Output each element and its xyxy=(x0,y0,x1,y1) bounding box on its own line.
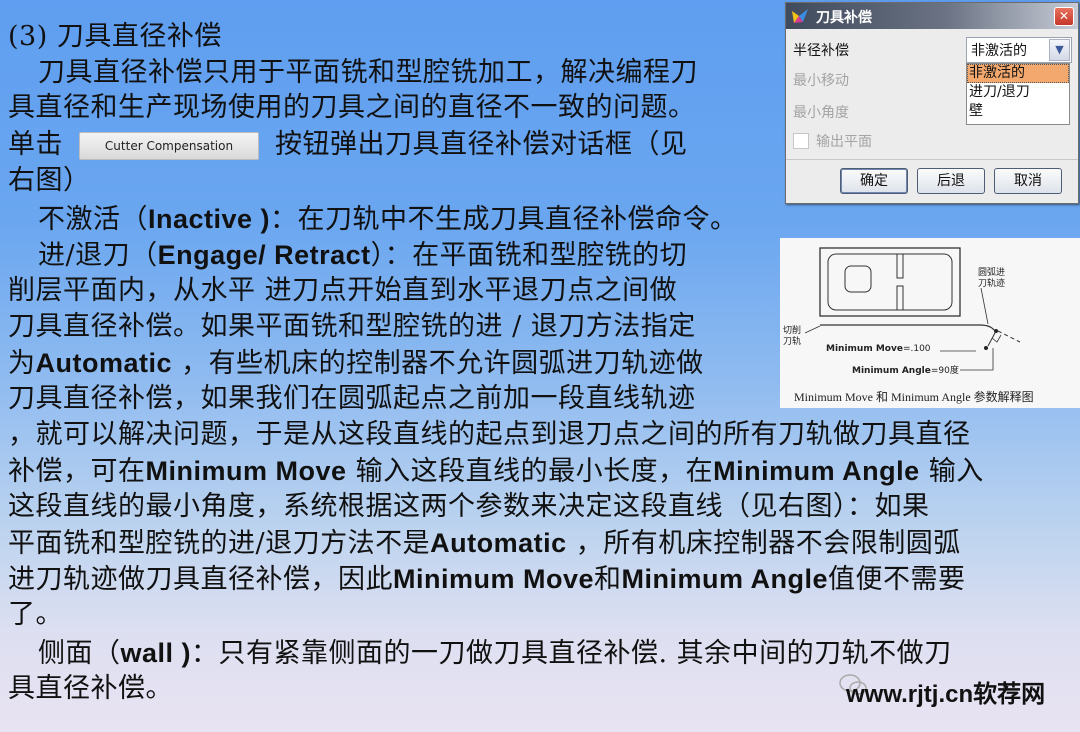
min-move-annotation: Minimum Move=.100 xyxy=(826,344,931,354)
paragraph-line: 这段直线的最小角度，系统根据这两个参数来决定这段直线（见右图）：如果 xyxy=(8,491,930,522)
selected-value: 非激活的 xyxy=(971,43,1027,59)
ok-button[interactable]: 确定 xyxy=(840,168,908,194)
output-plane-label: 输出平面 xyxy=(816,134,872,150)
cutter-compensation-dialog: 刀具补偿 ✕ 半径补偿 非激活的 ▼ 非激活的 进刀/退刀 壁 最小移动 最小角… xyxy=(785,2,1079,204)
text-span: 值便不需要 xyxy=(828,564,966,595)
text-span: 进/退刀（ xyxy=(38,240,158,271)
section-title: 刀具直径补偿 xyxy=(56,21,222,52)
term-inactive: Inactive ) xyxy=(148,204,271,234)
paragraph-line: 进刀轨迹做刀具直径补偿，因此Minimum Move和Minimum Angle… xyxy=(8,562,966,597)
paragraph-line: 具直径和生产现场使用的刀具之间的直径不一致的问题。 xyxy=(8,92,696,123)
text-span: 侧面（ xyxy=(38,638,121,669)
output-plane-checkbox[interactable] xyxy=(793,133,809,149)
arc-entry-label: 圆弧进 刀轨迹 xyxy=(978,268,1005,290)
text-span: 单击 xyxy=(8,129,63,160)
paragraph-line: 单击 Cutter Compensation 按钮弹出刀具直径补偿对话框（见 xyxy=(8,128,688,162)
label-line: 圆弧进 xyxy=(978,268,1006,278)
term-minimum-angle: Minimum Angle xyxy=(621,564,829,594)
text-span: ，所有机床控制器不会限制圆弧 xyxy=(566,528,961,559)
dialog-title: 刀具补偿 xyxy=(816,10,872,26)
text-span: 输入这段直线的最小长度，在 xyxy=(346,456,714,487)
term-minimum-move: Minimum Move xyxy=(145,456,347,486)
text-span: 进刀轨迹做刀具直径补偿，因此 xyxy=(8,564,393,595)
option-wall[interactable]: 壁 xyxy=(967,102,1069,121)
text-span: ：在刀轨中不生成刀具直径补偿命令。 xyxy=(270,204,738,235)
min-angle-annotation: Minimum Angle=90度 xyxy=(852,363,959,376)
chevron-down-icon[interactable]: ▼ xyxy=(1049,39,1070,61)
text-span: ，有些机床的控制器不允许圆弧进刀轨迹做 xyxy=(172,348,704,379)
label-line: 刀轨迹 xyxy=(978,279,1006,289)
parameter-diagram: 切削 刀轨 圆弧进 刀轨迹 Minimum Move=.100 Minimum … xyxy=(780,238,1080,408)
option-engage-retract[interactable]: 进刀/退刀 xyxy=(967,83,1069,102)
cutter-compensation-button[interactable]: Cutter Compensation xyxy=(79,131,259,160)
term-minimum-move: Minimum Move xyxy=(393,564,595,594)
paragraph-line: 了。 xyxy=(8,599,63,630)
paragraph-line: 为Automatic ，有些机床的控制器不允许圆弧进刀轨迹做 xyxy=(8,346,704,381)
paragraph-line: 刀具直径补偿。如果平面铣和型腔铣的进 / 退刀方法指定 xyxy=(8,311,696,342)
text-span: ）：在平面铣和型腔铣的切 xyxy=(370,240,688,271)
paragraph-line: 削层平面内，从水平 进刀点开始直到水平退刀点之间做 xyxy=(8,275,678,306)
text-span: 平面铣和型腔铣的进/退刀方法不是 xyxy=(8,528,431,559)
term-minimum-angle: Minimum Angle xyxy=(713,456,920,486)
label-line: 刀轨 xyxy=(783,337,802,347)
section-heading: (3) 刀具直径补偿 xyxy=(8,20,222,54)
min-angle-label: 最小角度 xyxy=(793,105,849,121)
nx-logo-icon xyxy=(792,9,808,23)
paragraph-line: 刀具直径补偿只用于平面铣和型腔铣加工，解决编程刀 xyxy=(38,57,698,88)
annotation-value: =90度 xyxy=(930,366,959,376)
annotation-term: Minimum Move xyxy=(826,344,903,354)
text-span: ：只有紧靠侧面的一刀做刀具直径补偿. 其余中间的刀轨不做刀 xyxy=(191,638,952,669)
section-number: (3) xyxy=(8,21,48,52)
divider xyxy=(786,159,1078,160)
term-engage-retract: Engage/ Retract xyxy=(157,240,371,270)
back-button[interactable]: 后退 xyxy=(917,168,985,194)
close-button[interactable]: ✕ xyxy=(1054,7,1074,26)
engage-paragraph: 进/退刀（Engage/ Retract）：在平面铣和型腔铣的切 xyxy=(8,238,687,273)
paragraph-line: 补偿，可在Minimum Move 输入这段直线的最小长度，在Minimum A… xyxy=(8,454,984,489)
term-automatic: Automatic xyxy=(35,348,173,378)
paragraph-line: ，就可以解决问题，于是从这段直线的起点到退刀点之间的所有刀轨做刀具直径 xyxy=(8,419,971,450)
text-span: 补偿，可在 xyxy=(8,456,146,487)
paragraph-line: 平面铣和型腔铣的进/退刀方法不是Automatic ，所有机床控制器不会限制圆弧 xyxy=(8,526,961,561)
term-automatic: Automatic xyxy=(430,528,567,558)
text-span: 不激活（ xyxy=(38,204,148,235)
text-span: 按钮弹出刀具直径补偿对话框（见 xyxy=(275,129,688,160)
inactive-paragraph: 不激活（Inactive )：在刀轨中不生成刀具直径补偿命令。 xyxy=(8,202,738,237)
text-span: 为 xyxy=(8,348,36,379)
label-line: 切削 xyxy=(783,326,802,336)
figure-caption: Minimum Move 和 Minimum Angle 参数解释图 xyxy=(794,390,1034,404)
cut-path-label: 切削 刀轨 xyxy=(783,326,801,348)
cancel-button[interactable]: 取消 xyxy=(994,168,1062,194)
annotation-value: =.100 xyxy=(902,344,931,354)
term-wall: wall ) xyxy=(120,638,192,668)
radius-comp-label: 半径补偿 xyxy=(793,43,849,59)
text-span: 和 xyxy=(594,564,622,595)
watermark: www.rjtj.cn软荐网 xyxy=(846,681,1046,708)
dialog-titlebar[interactable]: 刀具补偿 ✕ xyxy=(786,3,1078,29)
min-move-label: 最小移动 xyxy=(793,73,849,89)
annotation-term: Minimum Angle xyxy=(852,366,931,376)
text-span: 输入 xyxy=(919,456,984,487)
wall-paragraph: 侧面（wall )：只有紧靠侧面的一刀做刀具直径补偿. 其余中间的刀轨不做刀 xyxy=(8,636,952,671)
dropdown-list: 非激活的 进刀/退刀 壁 xyxy=(966,63,1070,125)
paragraph-line: 右图） xyxy=(8,165,91,196)
paragraph-line: 刀具直径补偿，如果我们在圆弧起点之前加一段直线轨迹 xyxy=(8,383,696,414)
paragraph-line: 具直径补偿。 xyxy=(8,673,173,704)
option-inactive[interactable]: 非激活的 xyxy=(967,64,1069,83)
radius-comp-select[interactable]: 非激活的 ▼ xyxy=(966,37,1072,63)
close-icon: ✕ xyxy=(1058,9,1070,23)
